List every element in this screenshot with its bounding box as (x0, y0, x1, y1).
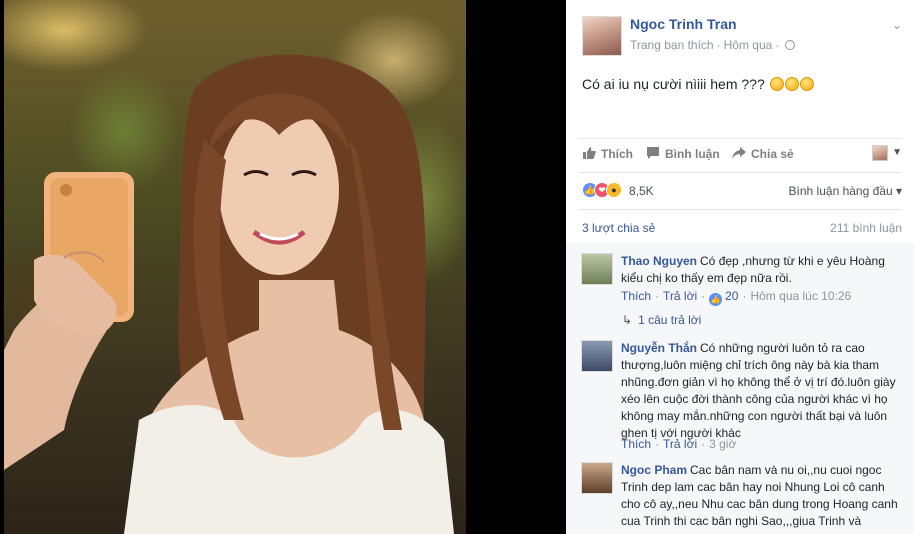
comment-like-link[interactable]: Thích (621, 289, 651, 303)
comment-count[interactable]: 211 bình luận (830, 221, 902, 235)
like-label: Thích (601, 147, 633, 161)
globe-icon (785, 40, 796, 50)
author-avatar[interactable] (582, 16, 622, 56)
commenting-as-avatar[interactable] (872, 145, 888, 161)
post-stats: 3 lượt chia sẻ 211 bình luận (582, 221, 902, 235)
meta-separator: · (655, 289, 660, 303)
comment-button[interactable]: Bình luận (646, 147, 720, 161)
share-count[interactable]: 3 lượt chia sẻ (582, 221, 655, 235)
thumbs-up-icon (583, 147, 596, 159)
comment-meta: Thích · Trả lời · 3 giờ (621, 437, 736, 451)
comment-label: Bình luận (665, 147, 720, 161)
smile-emoji-icon (784, 77, 799, 91)
wow-reaction-icon: ● (606, 182, 622, 198)
commenter-name[interactable]: Thao Nguyen (621, 254, 697, 268)
post-meta: Trang bạn thích · Hôm qua · (630, 38, 796, 52)
commenter-avatar[interactable] (581, 462, 613, 494)
comment-text: Có những người luôn tỏ ra cao thượng,luô… (621, 341, 896, 440)
comment-like-link[interactable]: Thích (621, 437, 651, 451)
meta-separator: · (701, 289, 706, 303)
comment-sort-label: Bình luận hàng đầu (788, 184, 893, 198)
comment-item: Ngoc Pham Cac bân nam và nu oi,,nu cuoi n… (581, 462, 902, 534)
comment-icon (647, 147, 659, 159)
view-replies-link[interactable]: ↳ 1 câu trả lời (622, 313, 701, 327)
comment-time[interactable]: Hôm qua lúc 10:26 (750, 289, 851, 303)
divider (578, 209, 902, 210)
post-actions: Thích Bình luận Chia sẻ ▼ (582, 145, 902, 167)
commenter-name[interactable]: Nguyễn Thắn (621, 341, 697, 355)
share-icon (732, 147, 746, 159)
comment-like-count[interactable]: 20 (725, 289, 738, 303)
comment-reply-link[interactable]: Trả lời (663, 437, 697, 451)
liked-page-label: Trang bạn thích (630, 38, 714, 52)
replies-count: 1 câu trả lời (638, 313, 702, 327)
comment-sort-dropdown[interactable]: Bình luận hàng đầu ▾ (789, 184, 902, 198)
caret-down-icon[interactable]: ▼ (892, 147, 902, 158)
comment-item: Nguyễn Thắn Có những người luôn tỏ ra cao… (581, 340, 902, 455)
comment-time[interactable]: 3 giờ (709, 437, 736, 451)
commenter-avatar[interactable] (581, 253, 613, 285)
post-time[interactable]: Hôm qua (724, 38, 773, 52)
chevron-down-icon[interactable]: ⌄ (892, 18, 902, 32)
divider (578, 172, 902, 173)
smile-emoji-icon (769, 77, 784, 91)
reaction-count[interactable]: 8,5K (629, 184, 654, 198)
comment-body: Thao Nguyen Có đẹp ,nhưng từ khi e yêu Ho… (621, 253, 902, 287)
comment-reply-link[interactable]: Trả lời (663, 289, 697, 303)
commenter-name[interactable]: Ngoc Pham (621, 463, 687, 477)
meta-separator: · (775, 38, 780, 52)
photo-viewer: Ngoc Trinh Tran Trang bạn thích · Hôm qua ·… (0, 0, 914, 534)
commenter-avatar[interactable] (581, 340, 613, 372)
photo-illustration (4, 54, 454, 534)
like-badge-icon: 👍 (709, 293, 723, 306)
meta-separator: · (716, 38, 721, 52)
caret-down-icon: ▾ (895, 184, 902, 198)
meta-separator: · (655, 437, 660, 451)
reactions-bar[interactable]: 👍 ❤ ● 8,5K Bình luận hàng đầu ▾ (582, 182, 902, 202)
comments-section: Thao Nguyen Có đẹp ,nhưng từ khi e yêu Ho… (566, 243, 914, 534)
post-photo[interactable] (4, 0, 466, 534)
meta-separator: · (701, 437, 706, 451)
post-panel: Ngoc Trinh Tran Trang bạn thích · Hôm qua ·… (566, 0, 914, 534)
post-header: Ngoc Trinh Tran Trang bạn thích · Hôm qua ·… (582, 16, 902, 56)
comment-body: Ngoc Pham Cac bân nam và nu oi,,nu cuoi n… (621, 462, 902, 530)
comment-body: Nguyễn Thắn Có những người luôn tỏ ra cao… (621, 340, 902, 442)
post-message: Có ai iu nụ cười nìiii hem ??? (582, 76, 765, 92)
comment-item: Thao Nguyen Có đẹp ,nhưng từ khi e yêu Ho… (581, 253, 902, 333)
post-text: Có ai iu nụ cười nìiii hem ??? (582, 76, 814, 92)
divider (578, 138, 902, 139)
like-button[interactable]: Thích (582, 147, 633, 161)
share-label: Chia sẻ (751, 147, 794, 161)
smile-emoji-icon (799, 77, 814, 91)
reply-arrow-icon: ↳ (622, 313, 633, 327)
meta-separator: · (742, 289, 747, 303)
share-button[interactable]: Chia sẻ (732, 147, 794, 161)
comment-meta: Thích · Trả lời · 👍 20 · Hôm qua lúc 10:26 (621, 289, 851, 306)
author-name[interactable]: Ngoc Trinh Tran (630, 16, 737, 32)
